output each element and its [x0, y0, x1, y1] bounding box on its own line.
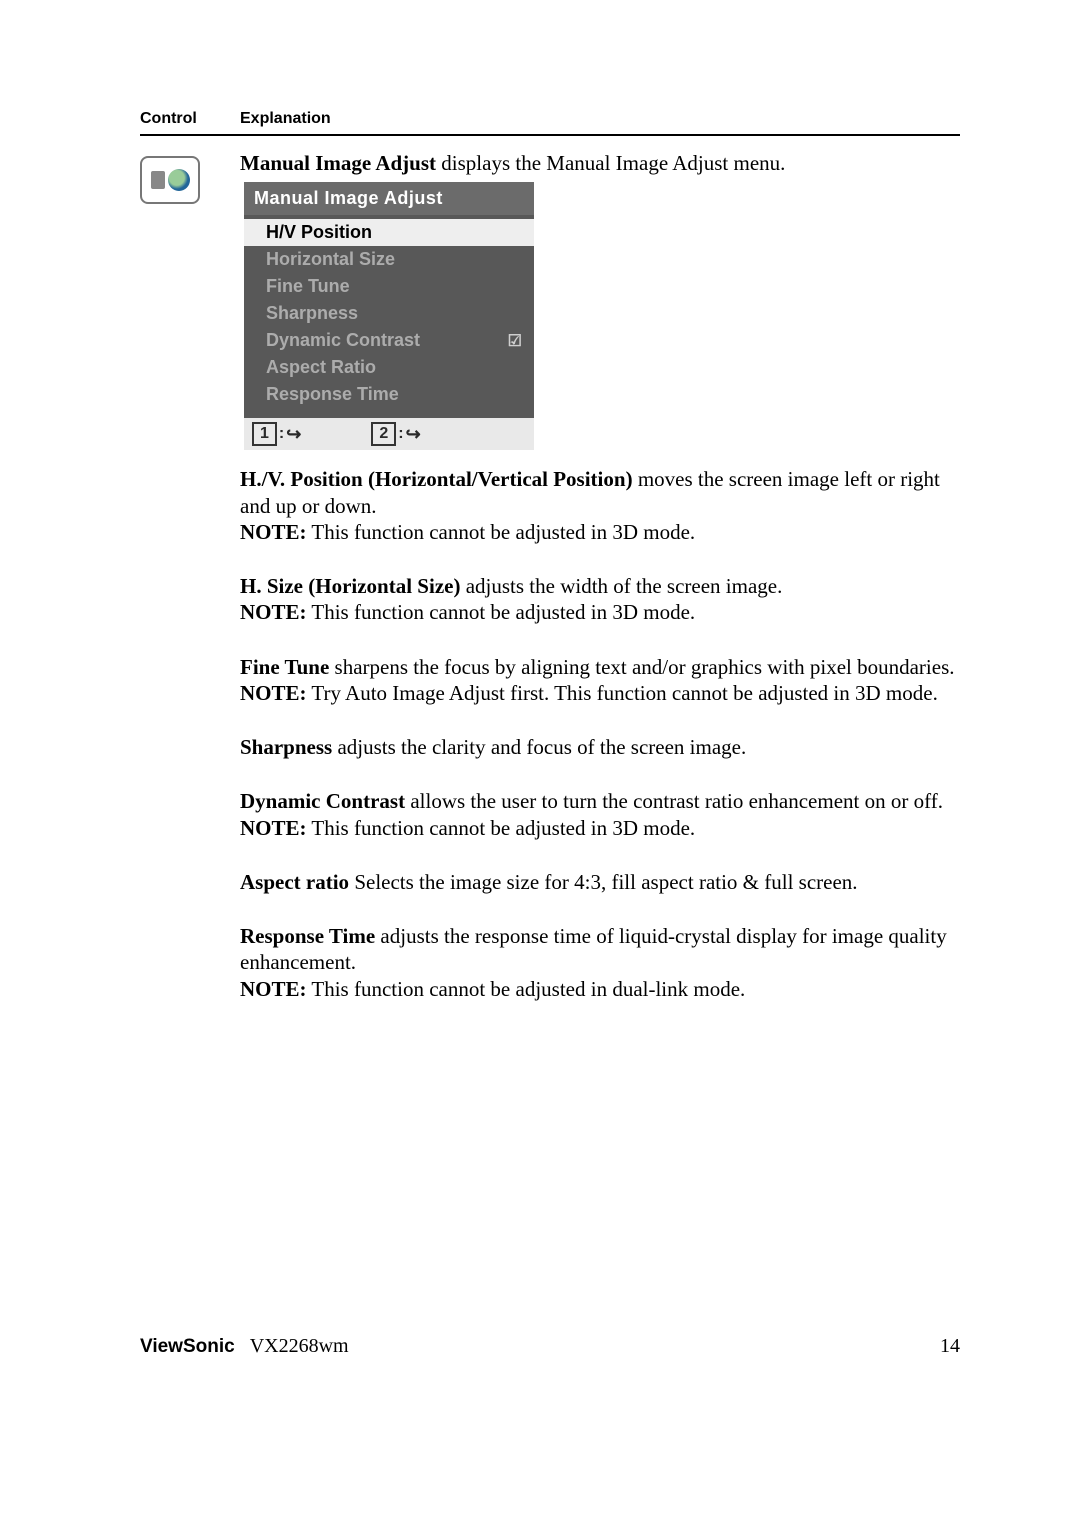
osd-item-label: H/V Position: [266, 222, 372, 243]
key-two-icon: 2: [371, 422, 396, 446]
section-note: NOTE: This function cannot be adjusted i…: [240, 519, 960, 545]
osd-item-label: Aspect Ratio: [266, 357, 376, 378]
section-text: H./V. Position (Horizontal/Vertical Posi…: [240, 466, 960, 519]
section-dynamic-contrast: Dynamic Contrast allows the user to turn…: [240, 788, 960, 841]
section-aspect-ratio: Aspect ratio Selects the image size for …: [240, 869, 960, 895]
header-control: Control: [140, 110, 240, 128]
explanation-column: Manual Image Adjust displays the Manual …: [240, 150, 960, 1030]
osd-key-2: 2 : ↪: [371, 422, 420, 446]
section-text: H. Size (Horizontal Size) adjusts the wi…: [240, 573, 960, 599]
osd-item-dynamic-contrast[interactable]: Dynamic Contrast ☑: [244, 327, 534, 354]
section-response-time: Response Time adjusts the response time …: [240, 923, 960, 1002]
section-text: Fine Tune sharpens the focus by aligning…: [240, 654, 960, 680]
section-note: NOTE: This function cannot be adjusted i…: [240, 599, 960, 625]
osd-item-fine-tune[interactable]: Fine Tune: [244, 273, 534, 300]
key-one-icon: 1: [252, 422, 277, 446]
section-text: Aspect ratio Selects the image size for …: [240, 869, 960, 895]
osd-item-label: Fine Tune: [266, 276, 350, 297]
exit-arrow-icon: ↪: [286, 424, 301, 445]
enter-arrow-icon: ↪: [406, 424, 421, 445]
section-text: Response Time adjusts the response time …: [240, 923, 960, 976]
footer-model: VX2268wm: [250, 1335, 349, 1357]
osd-item-aspect-ratio[interactable]: Aspect Ratio: [244, 354, 534, 381]
intro-text: Manual Image Adjust displays the Manual …: [240, 150, 960, 176]
header-explanation: Explanation: [240, 110, 331, 128]
osd-item-label: Response Time: [266, 384, 399, 405]
intro-rest: displays the Manual Image Adjust menu.: [436, 151, 785, 175]
divider: [140, 134, 960, 136]
osd-item-sharpness[interactable]: Sharpness: [244, 300, 534, 327]
checkbox-icon: ☑: [508, 331, 522, 351]
table-header: Control Explanation: [140, 110, 960, 128]
section-fine-tune: Fine Tune sharpens the focus by aligning…: [240, 654, 960, 707]
section-sharpness: Sharpness adjusts the clarity and focus …: [240, 734, 960, 760]
section-note: NOTE: This function cannot be adjusted i…: [240, 815, 960, 841]
footer-page-number: 14: [940, 1335, 960, 1358]
osd-title: Manual Image Adjust: [244, 182, 534, 215]
osd-menu: Manual Image Adjust H/V Position Horizon…: [244, 182, 534, 450]
footer-brand: ViewSonic: [140, 1336, 235, 1357]
osd-item-hv-position[interactable]: H/V Position: [244, 219, 534, 246]
section-text: Dynamic Contrast allows the user to turn…: [240, 788, 960, 814]
osd-body: H/V Position Horizontal Size Fine Tune S…: [244, 215, 534, 418]
section-hv-position: H./V. Position (Horizontal/Vertical Posi…: [240, 466, 960, 545]
osd-item-label: Horizontal Size: [266, 249, 395, 270]
section-note: NOTE: This function cannot be adjusted i…: [240, 976, 960, 1002]
section-text: Sharpness adjusts the clarity and focus …: [240, 734, 960, 760]
intro-bold: Manual Image Adjust: [240, 151, 436, 175]
osd-key-1: 1 : ↪: [252, 422, 301, 446]
manual-image-adjust-icon: [140, 156, 200, 204]
osd-item-label: Dynamic Contrast: [266, 330, 420, 351]
page-footer: ViewSonic VX2268wm 14: [140, 1335, 960, 1358]
osd-item-response-time[interactable]: Response Time: [244, 381, 534, 408]
section-note: NOTE: Try Auto Image Adjust first. This …: [240, 680, 960, 706]
osd-item-horizontal-size[interactable]: Horizontal Size: [244, 246, 534, 273]
control-column: [140, 150, 240, 204]
osd-footer: 1 : ↪ 2 : ↪: [244, 418, 534, 450]
footer-left: ViewSonic VX2268wm: [140, 1335, 349, 1358]
osd-item-label: Sharpness: [266, 303, 358, 324]
section-h-size: H. Size (Horizontal Size) adjusts the wi…: [240, 573, 960, 626]
